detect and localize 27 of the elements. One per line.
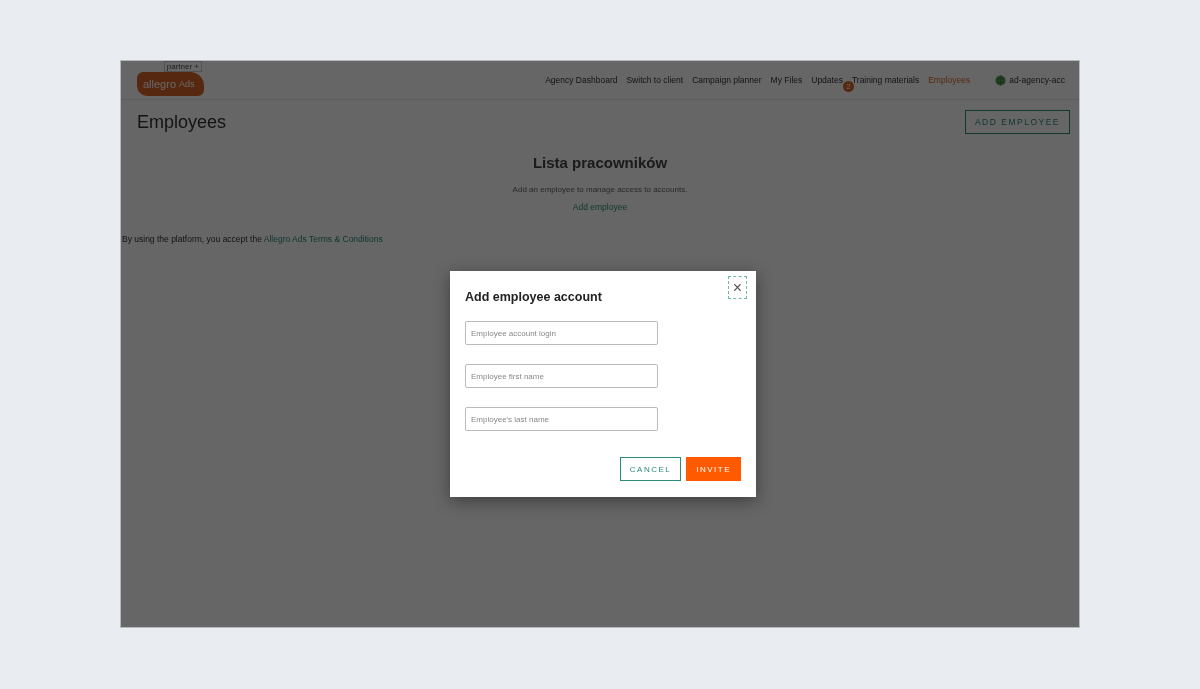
page-title: Employees <box>137 111 227 133</box>
nav-link[interactable]: Agency Dashboard <box>545 75 618 85</box>
logo-product: Ads <box>179 78 195 89</box>
terms-notice: By using the platform, you accept the Allegro Ads Terms & Conditions <box>122 234 384 244</box>
input-field[interactable]: Employee account login <box>465 321 658 345</box>
close-button[interactable]: × <box>728 276 747 299</box>
nav-link[interactable]: My Files <box>770 75 803 85</box>
nav-link[interactable]: Training materials <box>851 75 920 85</box>
nav-link[interactable]: Campaign planner <box>692 75 762 85</box>
add-employee-button[interactable]: ADD EMPLOYEE <box>964 110 1070 134</box>
terms-link[interactable]: Allegro Ads Terms & Conditions <box>263 234 383 244</box>
logo[interactable]: allegro Ads <box>137 71 204 96</box>
account-link[interactable]: ad-agency-acc <box>1009 75 1065 85</box>
notification-badge: 2 <box>842 81 854 92</box>
nav-link[interactable]: Employees <box>928 75 971 85</box>
input-field[interactable]: Employee's last name <box>465 407 658 431</box>
invite-button[interactable]: INVITE <box>686 457 741 481</box>
nav-link[interactable]: Switch to client <box>626 75 684 85</box>
logo-brand: allegro <box>143 77 177 90</box>
globe-icon <box>995 74 1007 86</box>
add-employee-link[interactable]: Add employee <box>572 202 628 212</box>
empty-state-heading: Lista pracowników <box>532 154 668 171</box>
partner-tag: partner + <box>163 61 202 72</box>
nav-link[interactable]: Updates <box>811 75 843 85</box>
cancel-button[interactable]: CANCEL <box>619 457 682 481</box>
input-field[interactable]: Employee first name <box>465 364 658 388</box>
modal-title: Add employee account <box>465 290 602 304</box>
